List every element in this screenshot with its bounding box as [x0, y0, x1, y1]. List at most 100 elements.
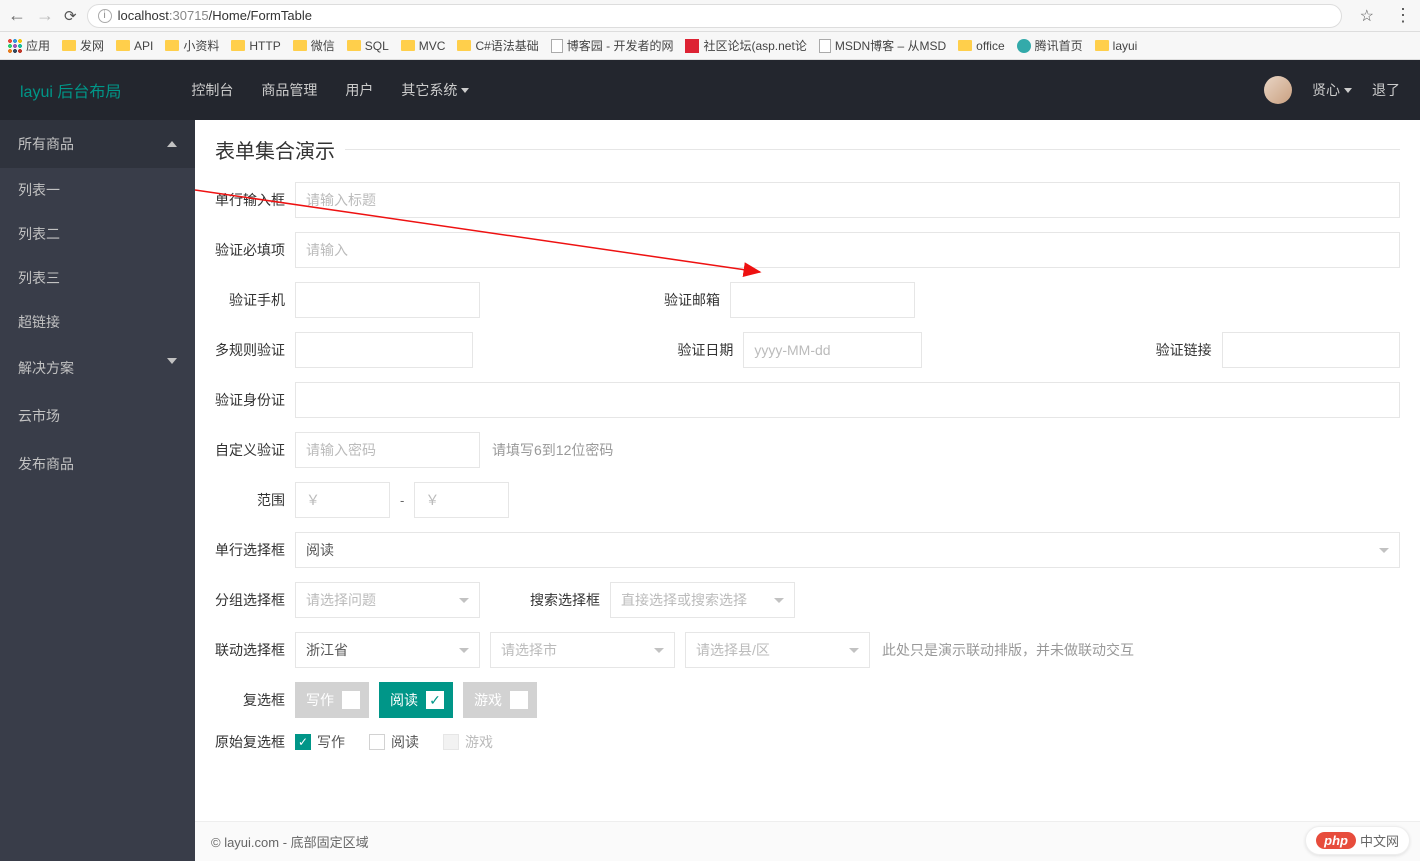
sidebar-item-solution[interactable]: 解决方案 — [0, 344, 195, 392]
apps-icon — [8, 39, 22, 53]
county-select[interactable]: 请选择县/区 — [685, 632, 870, 668]
sidebar-item-hyperlink[interactable]: 超链接 — [0, 300, 195, 344]
bookmark-item[interactable]: C#语法基础 — [457, 37, 538, 54]
folder-icon — [165, 40, 179, 51]
chevron-down-icon — [459, 648, 469, 653]
label-single-input: 单行输入框 — [215, 190, 295, 210]
bookmark-item[interactable]: 小资料 — [165, 37, 219, 54]
chevron-down-icon — [1344, 88, 1352, 93]
sidebar-item-list1[interactable]: 列表一 — [0, 168, 195, 212]
range-min-input[interactable] — [295, 482, 390, 518]
label-single-select: 单行选择框 — [215, 540, 295, 560]
multirule-input[interactable] — [295, 332, 473, 368]
link-input[interactable] — [1222, 332, 1400, 368]
chevron-down-icon — [461, 88, 469, 93]
folder-icon — [958, 40, 972, 51]
date-input[interactable] — [743, 332, 921, 368]
nav-products[interactable]: 商品管理 — [261, 80, 317, 100]
folder-icon — [1095, 40, 1109, 51]
chevron-down-icon — [459, 598, 469, 603]
folder-icon — [347, 40, 361, 51]
city-select[interactable]: 请选择市 — [490, 632, 675, 668]
bookmark-item[interactable]: 微信 — [293, 37, 335, 54]
bookmark-item[interactable]: layui — [1095, 39, 1138, 53]
footer-text: © layui.com - 底部固定区域 — [211, 832, 369, 851]
label-search-select: 搜索选择框 — [480, 590, 610, 610]
sidebar-item-cloud[interactable]: 云市场 — [0, 392, 195, 440]
folder-icon — [457, 40, 471, 51]
range-max-input[interactable] — [414, 482, 509, 518]
bookmark-item[interactable]: MVC — [401, 39, 446, 53]
required-input[interactable] — [295, 232, 1400, 268]
title-input[interactable] — [295, 182, 1400, 218]
search-select[interactable]: 直接选择或搜索选择 — [610, 582, 795, 618]
bookmark-item[interactable]: 腾讯首页 — [1017, 37, 1083, 54]
legend-text: 表单集合演示 — [215, 135, 345, 164]
bookmark-item[interactable]: API — [116, 39, 153, 53]
page-icon — [551, 39, 563, 53]
check-icon: ✓ — [295, 734, 311, 750]
idcard-input[interactable] — [295, 382, 1400, 418]
logo[interactable]: layui 后台布局 — [20, 78, 121, 102]
bookmark-star-icon[interactable]: ☆ — [1360, 6, 1374, 26]
label-link: 验证链接 — [922, 340, 1222, 360]
nav-user[interactable]: 用户 — [345, 80, 373, 100]
user-menu[interactable]: 贤心 — [1312, 80, 1352, 100]
chevron-down-icon — [849, 648, 859, 653]
label-checkbox: 复选框 — [215, 690, 295, 710]
sidebar-item-list2[interactable]: 列表二 — [0, 212, 195, 256]
sidebar-item-list3[interactable]: 列表三 — [0, 256, 195, 300]
folder-icon — [62, 40, 76, 51]
password-input[interactable] — [295, 432, 480, 468]
php-cn-text: 中文网 — [1360, 831, 1399, 850]
forward-button[interactable]: → — [36, 5, 54, 26]
main-content: 表单集合演示 单行输入框 验证必填项 验证手机 验证邮箱 多规则验证 验证日期 … — [195, 120, 1420, 861]
password-tip: 请填写6到12位密码 — [492, 440, 613, 460]
php-logo-icon: php — [1316, 832, 1356, 849]
php-watermark: php 中文网 — [1305, 826, 1410, 855]
phone-input[interactable] — [295, 282, 480, 318]
address-bar[interactable]: i localhost:30715/Home/FormTable — [87, 4, 1342, 28]
checkbox-write[interactable]: 写作 — [295, 682, 369, 718]
label-multirule: 多规则验证 — [215, 340, 295, 360]
folder-icon — [401, 40, 415, 51]
folder-icon — [231, 40, 245, 51]
label-link-select: 联动选择框 — [215, 640, 295, 660]
reload-button[interactable]: ⟳ — [64, 7, 77, 25]
raw-checkbox-write[interactable]: ✓写作 — [295, 732, 345, 752]
chevron-up-icon — [167, 141, 177, 147]
sidebar-item-publish[interactable]: 发布商品 — [0, 440, 195, 488]
bookmark-item[interactable]: 发网 — [62, 37, 104, 54]
province-select[interactable]: 浙江省 — [295, 632, 480, 668]
nav-other-systems[interactable]: 其它系统 — [401, 80, 469, 100]
single-select[interactable]: 阅读 — [295, 532, 1400, 568]
chevron-down-icon — [1379, 548, 1389, 553]
back-button[interactable]: ← — [8, 5, 26, 26]
bookmark-item[interactable]: office — [958, 39, 1004, 53]
site-info-icon[interactable]: i — [98, 9, 112, 23]
nav-console[interactable]: 控制台 — [191, 80, 233, 100]
apps-shortcut[interactable]: 应用 — [8, 37, 50, 54]
sidebar-item-all-products[interactable]: 所有商品 — [0, 120, 195, 168]
bookmark-item[interactable]: SQL — [347, 39, 389, 53]
bookmark-item[interactable]: 博客园 - 开发者的网 — [551, 37, 674, 54]
browser-menu-icon[interactable]: ⋮ — [1394, 5, 1412, 26]
checkbox-read[interactable]: 阅读✓ — [379, 682, 453, 718]
raw-checkbox-game: 游戏 — [443, 732, 493, 752]
footer: © layui.com - 底部固定区域 php 中文网 — [195, 821, 1420, 861]
apps-label: 应用 — [26, 37, 50, 54]
bookmark-item[interactable]: HTTP — [231, 39, 280, 53]
raw-checkbox-read[interactable]: 阅读 — [369, 732, 419, 752]
group-select[interactable]: 请选择问题 — [295, 582, 480, 618]
bookmark-item[interactable]: 社区论坛(asp.net论 — [685, 37, 806, 54]
checkbox-game[interactable]: 游戏 — [463, 682, 537, 718]
bookmark-item[interactable]: MSDN博客 – 从MSD — [819, 37, 946, 54]
email-input[interactable] — [730, 282, 915, 318]
url-port: :30715 — [169, 8, 209, 23]
label-date: 验证日期 — [473, 340, 743, 360]
logout-link[interactable]: 退了 — [1372, 80, 1400, 100]
link-select-tip: 此处只是演示联动排版，并未做联动交互 — [882, 640, 1134, 660]
avatar[interactable] — [1264, 76, 1292, 104]
form-legend: 表单集合演示 — [215, 135, 1400, 164]
sidebar: 所有商品 列表一 列表二 列表三 超链接 解决方案 云市场 发布商品 — [0, 120, 195, 861]
